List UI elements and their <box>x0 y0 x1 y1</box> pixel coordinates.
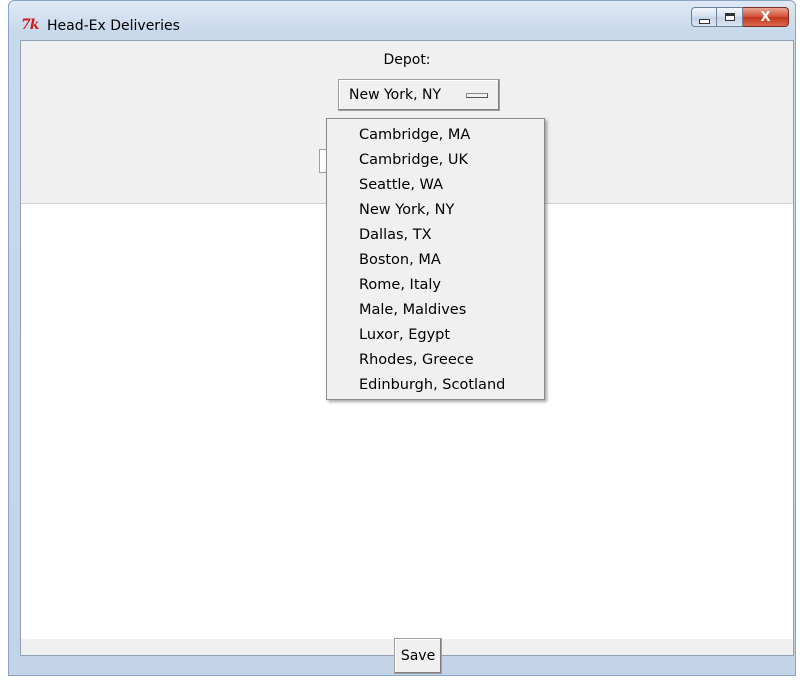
maximize-button[interactable] <box>717 7 743 27</box>
minimize-icon <box>698 18 710 24</box>
dropdown-item[interactable]: Dallas, TX <box>327 223 544 248</box>
dropdown-item[interactable]: Rhodes, Greece <box>327 348 544 373</box>
window-title: Head-Ex Deliveries <box>47 18 180 34</box>
depot-dropdown-list: Cambridge, MA Cambridge, UK Seattle, WA … <box>326 118 545 400</box>
close-button[interactable]: X <box>743 7 789 27</box>
maximize-icon <box>724 13 735 21</box>
window-controls: X <box>691 7 789 29</box>
save-button[interactable]: Save <box>394 638 442 674</box>
depot-label: Depot: <box>383 52 431 68</box>
tk-feather-icon: 7k <box>21 17 39 33</box>
option-menu-indicator-icon <box>466 93 488 98</box>
title-bar[interactable]: 7k Head-Ex Deliveries X <box>9 1 795 41</box>
dropdown-item[interactable]: Cambridge, MA <box>327 123 544 148</box>
dropdown-item[interactable]: Rome, Italy <box>327 273 544 298</box>
minimize-button[interactable] <box>691 7 717 27</box>
dropdown-item[interactable]: Cambridge, UK <box>327 148 544 173</box>
save-button-label: Save <box>400 648 436 664</box>
depot-option-menu[interactable]: New York, NY <box>338 79 500 111</box>
dropdown-item[interactable]: Seattle, WA <box>327 173 544 198</box>
close-icon: X <box>760 9 771 25</box>
dropdown-item[interactable]: Edinburgh, Scotland <box>327 373 544 398</box>
depot-selected-value: New York, NY <box>349 87 442 103</box>
dropdown-item[interactable]: Male, Maldives <box>327 298 544 323</box>
dropdown-item[interactable]: New York, NY <box>327 198 544 223</box>
dropdown-item[interactable]: Boston, MA <box>327 248 544 273</box>
dropdown-item[interactable]: Luxor, Egypt <box>327 323 544 348</box>
